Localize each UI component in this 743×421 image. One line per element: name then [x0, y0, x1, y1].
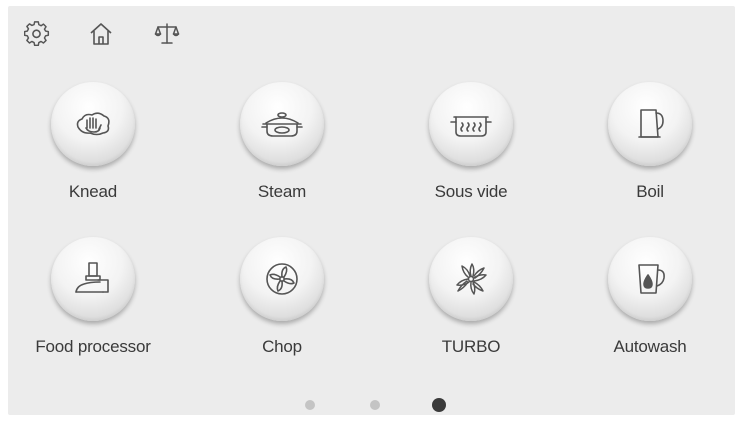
page-dot-3-active[interactable]	[432, 398, 446, 412]
program-tile-steam[interactable]: Steam	[197, 82, 367, 212]
program-button-autowash[interactable]	[608, 237, 692, 321]
page-dot-2[interactable]	[370, 400, 380, 410]
kettle-icon	[638, 109, 664, 138]
food-processor-icon	[75, 262, 109, 293]
home-icon[interactable]	[86, 19, 116, 49]
program-button-steam[interactable]	[240, 82, 324, 166]
hand-icon	[76, 112, 110, 136]
program-tile-autowash[interactable]: Autowash	[565, 237, 735, 367]
screen: Knead Steam Sous vide Boil Food processo…	[8, 6, 735, 415]
program-button-chop[interactable]	[240, 237, 324, 321]
scale-icon[interactable]	[152, 19, 182, 49]
fan-blade-icon	[266, 263, 298, 295]
program-button-food-processor[interactable]	[51, 237, 135, 321]
sous-vide-pot-icon	[450, 116, 492, 137]
program-label-autowash: Autowash	[613, 337, 687, 356]
program-label-knead: Knead	[68, 182, 118, 201]
program-button-turbo[interactable]	[429, 237, 513, 321]
program-label-boil: Boil	[636, 182, 664, 201]
program-button-sous-vide[interactable]	[429, 82, 513, 166]
program-button-knead[interactable]	[51, 82, 135, 166]
program-button-boil[interactable]	[608, 82, 692, 166]
jug-drop-icon	[638, 264, 665, 294]
program-label-chop: Chop	[262, 337, 302, 356]
gear-icon[interactable]	[22, 19, 52, 49]
program-tile-knead[interactable]: Knead	[8, 82, 178, 212]
program-tile-turbo[interactable]: TURBO	[386, 237, 556, 367]
program-tile-sous-vide[interactable]: Sous vide	[386, 82, 556, 212]
program-tile-boil[interactable]: Boil	[565, 82, 735, 212]
turbo-blade-icon	[456, 263, 487, 295]
page-indicator	[8, 397, 735, 412]
steamer-pot-icon	[261, 112, 303, 137]
program-label-food-processor: Food processor	[35, 337, 151, 356]
program-label-sous-vide: Sous vide	[434, 182, 508, 201]
page-dot-1[interactable]	[305, 400, 315, 410]
program-tile-chop[interactable]: Chop	[197, 237, 367, 367]
program-tile-food-processor[interactable]: Food processor	[8, 237, 178, 367]
program-label-steam: Steam	[257, 182, 307, 201]
program-label-turbo: TURBO	[441, 337, 501, 356]
